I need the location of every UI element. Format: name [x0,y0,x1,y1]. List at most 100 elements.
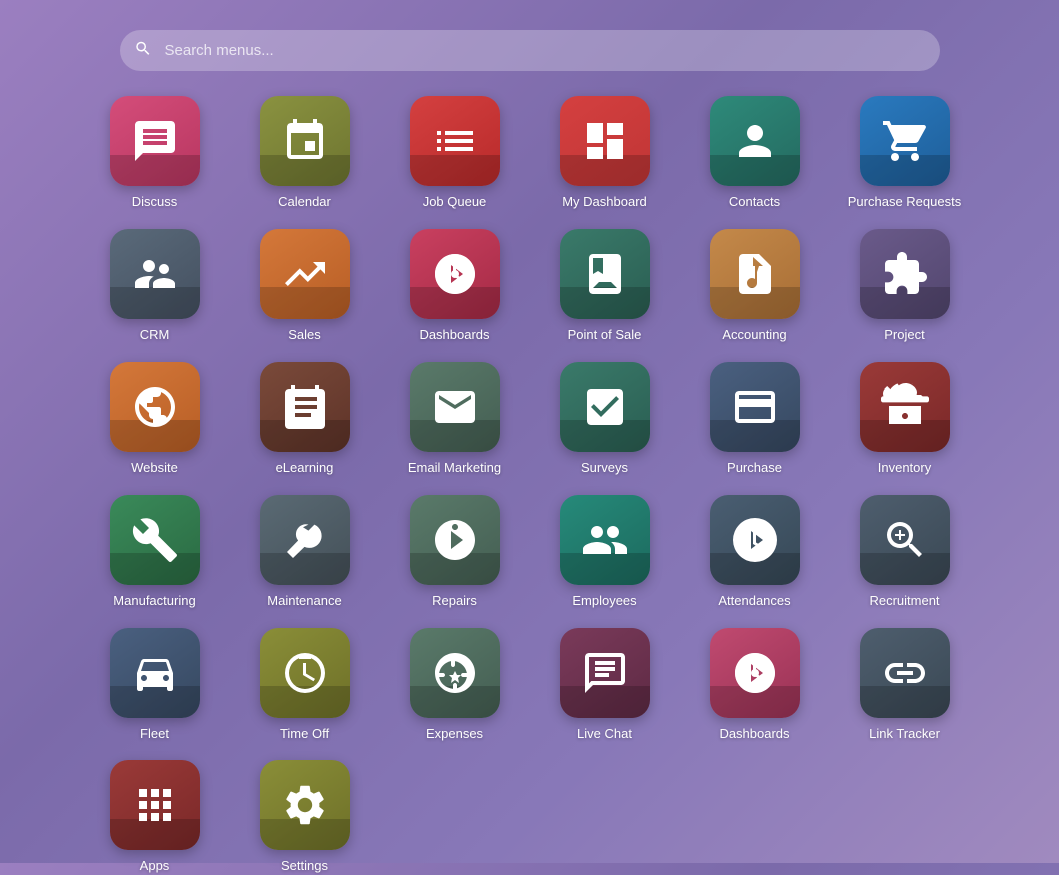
search-icon [134,39,152,62]
app-item-dashboards[interactable]: Dashboards [395,229,515,344]
app-label-project: Project [884,327,924,344]
app-icon-dashboards [410,229,500,319]
app-icon-inventory [860,362,950,452]
app-label-my-dashboard: My Dashboard [562,194,647,211]
app-icon-crm [110,229,200,319]
app-item-attendances[interactable]: Attendances [695,495,815,610]
app-item-manufacturing[interactable]: Manufacturing [95,495,215,610]
app-item-crm[interactable]: CRM [95,229,215,344]
app-label-expenses: Expenses [426,726,483,743]
app-item-sales[interactable]: Sales [245,229,365,344]
app-label-accounting: Accounting [722,327,786,344]
app-label-attendances: Attendances [718,593,790,610]
app-icon-sales [260,229,350,319]
app-label-website: Website [131,460,178,477]
app-label-contacts: Contacts [729,194,780,211]
app-item-discuss[interactable]: Discuss [95,96,215,211]
app-icon-link-tracker [860,628,950,718]
app-label-surveys: Surveys [581,460,628,477]
app-item-inventory[interactable]: Inventory [845,362,965,477]
app-icon-expenses [410,628,500,718]
app-item-fleet[interactable]: Fleet [95,628,215,743]
app-item-live-chat[interactable]: Live Chat [545,628,665,743]
app-label-live-chat: Live Chat [577,726,632,743]
app-item-email-marketing[interactable]: Email Marketing [395,362,515,477]
app-item-contacts[interactable]: Contacts [695,96,815,211]
app-item-repairs[interactable]: Repairs [395,495,515,610]
app-label-dashboards: Dashboards [419,327,489,344]
app-icon-maintenance [260,495,350,585]
app-item-website[interactable]: Website [95,362,215,477]
app-icon-job-queue [410,96,500,186]
app-icon-calendar [260,96,350,186]
app-label-discuss: Discuss [132,194,178,211]
apps-grid: Discuss Calendar Job Queue My Dashboard Cont… [35,96,1025,875]
app-item-point-of-sale[interactable]: Point of Sale [545,229,665,344]
search-input[interactable] [120,30,940,71]
app-label-fleet: Fleet [140,726,169,743]
app-item-surveys[interactable]: Surveys [545,362,665,477]
app-label-maintenance: Maintenance [267,593,341,610]
app-item-expenses[interactable]: Expenses [395,628,515,743]
app-label-manufacturing: Manufacturing [113,593,195,610]
app-icon-time-off [260,628,350,718]
app-item-settings[interactable]: Settings [245,760,365,875]
app-label-elearning: eLearning [276,460,334,477]
app-icon-purchase [710,362,800,452]
app-icon-repairs [410,495,500,585]
app-icon-dashboards2 [710,628,800,718]
app-icon-discuss [110,96,200,186]
app-item-employees[interactable]: Employees [545,495,665,610]
app-icon-purchase-requests [860,96,950,186]
app-icon-project [860,229,950,319]
app-label-employees: Employees [572,593,636,610]
app-label-purchase-requests: Purchase Requests [848,194,961,211]
app-icon-point-of-sale [560,229,650,319]
app-label-sales: Sales [288,327,321,344]
app-icon-manufacturing [110,495,200,585]
app-label-email-marketing: Email Marketing [408,460,501,477]
app-item-my-dashboard[interactable]: My Dashboard [545,96,665,211]
app-icon-recruitment [860,495,950,585]
app-label-crm: CRM [140,327,170,344]
app-item-maintenance[interactable]: Maintenance [245,495,365,610]
app-icon-apps [110,760,200,850]
app-item-link-tracker[interactable]: Link Tracker [845,628,965,743]
app-label-recruitment: Recruitment [869,593,939,610]
app-label-purchase: Purchase [727,460,782,477]
app-label-job-queue: Job Queue [423,194,487,211]
app-item-purchase-requests[interactable]: Purchase Requests [845,96,965,211]
app-item-dashboards2[interactable]: Dashboards [695,628,815,743]
app-item-project[interactable]: Project [845,229,965,344]
app-label-time-off: Time Off [280,726,329,743]
app-icon-email-marketing [410,362,500,452]
app-label-link-tracker: Link Tracker [869,726,940,743]
app-icon-my-dashboard [560,96,650,186]
app-icon-live-chat [560,628,650,718]
app-icon-surveys [560,362,650,452]
app-item-purchase[interactable]: Purchase [695,362,815,477]
app-label-inventory: Inventory [878,460,931,477]
app-item-apps[interactable]: Apps [95,760,215,875]
app-icon-elearning [260,362,350,452]
app-label-repairs: Repairs [432,593,477,610]
app-icon-fleet [110,628,200,718]
app-icon-contacts [710,96,800,186]
app-label-dashboards2: Dashboards [719,726,789,743]
app-icon-employees [560,495,650,585]
app-label-point-of-sale: Point of Sale [568,327,642,344]
app-item-job-queue[interactable]: Job Queue [395,96,515,211]
app-icon-settings [260,760,350,850]
app-icon-attendances [710,495,800,585]
search-wrapper [120,30,940,71]
app-label-apps: Apps [140,858,170,875]
app-item-accounting[interactable]: Accounting [695,229,815,344]
app-item-recruitment[interactable]: Recruitment [845,495,965,610]
app-item-time-off[interactable]: Time Off [245,628,365,743]
app-item-calendar[interactable]: Calendar [245,96,365,211]
app-label-calendar: Calendar [278,194,331,211]
app-item-elearning[interactable]: eLearning [245,362,365,477]
app-icon-accounting [710,229,800,319]
app-label-settings: Settings [281,858,328,875]
app-icon-website [110,362,200,452]
